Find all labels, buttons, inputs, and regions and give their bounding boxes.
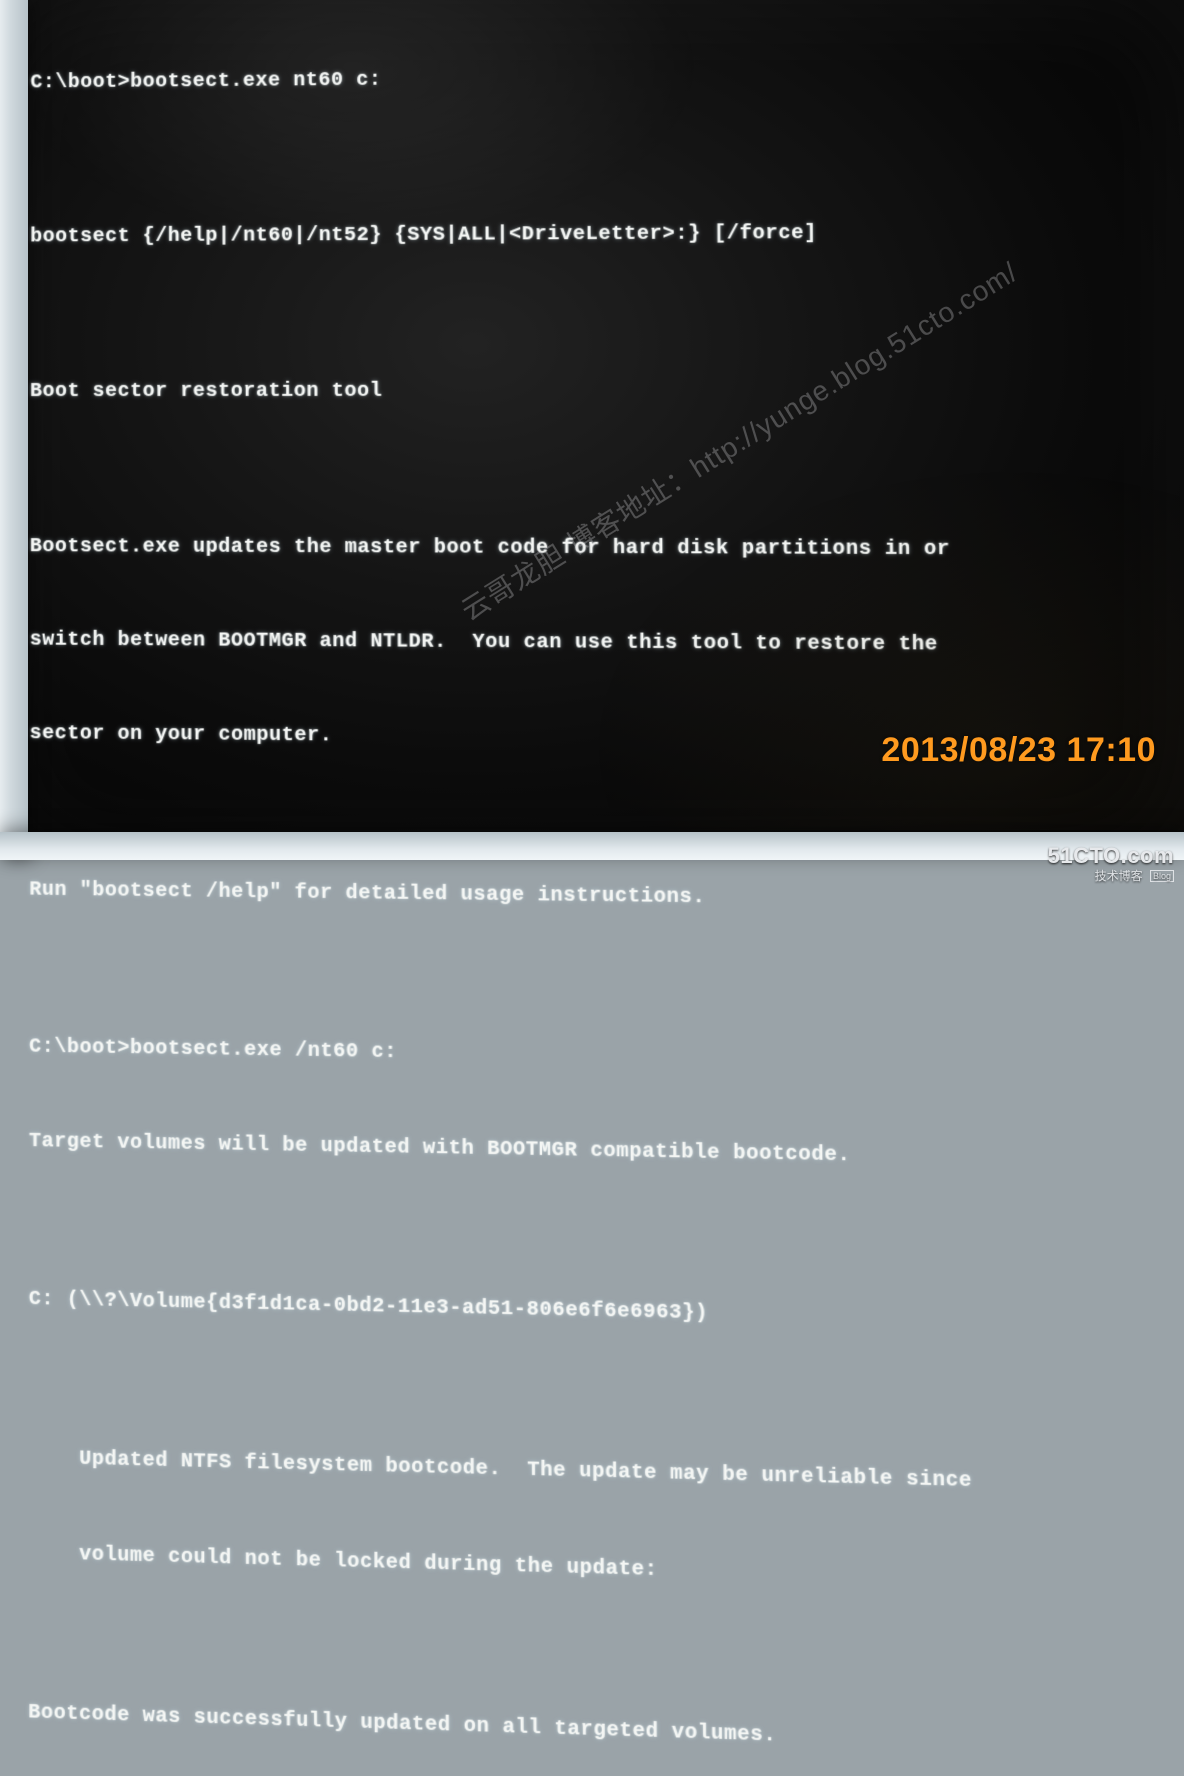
terminal-line xyxy=(28,1633,1184,1668)
terminal-line: Run "bootsect /help" for detailed usage … xyxy=(29,874,1184,919)
terminal-line xyxy=(29,812,1184,823)
terminal-line: switch between BOOTMGR and NTLDR. You ca… xyxy=(30,624,1184,662)
terminal-line: Bootsect.exe updates the master boot cod… xyxy=(30,531,1184,566)
terminal-line xyxy=(30,153,1184,160)
terminal-line: C:\boot>bootsect.exe /nt60 c: xyxy=(29,1031,1184,1081)
site-sub: 技术博客 Blog xyxy=(1048,867,1174,884)
terminal-line: Boot sector restoration tool xyxy=(30,375,1184,407)
site-watermark-badge: 51CTO.com 技术博客 Blog xyxy=(1048,843,1174,884)
terminal-line: bootsect {/help|/nt60|/nt52} {SYS|ALL|<D… xyxy=(30,216,1184,252)
terminal-line: C:\boot>bootsect.exe nt60 c: xyxy=(30,58,1184,99)
command-prompt-terminal[interactable]: C:\boot>bootsect.exe nt60 c: bootsect {/… xyxy=(29,0,1184,844)
terminal-line: Updated NTFS filesystem bootcode. The up… xyxy=(29,1442,1184,1504)
terminal-line: C: (\\?\Volume{d3f1d1ca-0bd2-11e3-ad51-8… xyxy=(29,1284,1184,1341)
terminal-line xyxy=(30,311,1184,314)
terminal-line xyxy=(29,1379,1184,1406)
site-sub-text: 技术博客 xyxy=(1095,869,1143,883)
monitor-screen: C:\boot>bootsect.exe nt60 c: bootsect {/… xyxy=(0,0,1184,860)
terminal-line: Target volumes will be updated with BOOT… xyxy=(29,1126,1184,1179)
terminal-line: Bootcode was successfully updated on all… xyxy=(28,1697,1184,1767)
monitor-bezel-bottom xyxy=(0,832,1184,860)
camera-timestamp: 2013/08/23 17:10 xyxy=(881,731,1156,770)
monitor-bezel-left xyxy=(0,0,28,860)
terminal-line: volume could not be locked during the up… xyxy=(28,1537,1184,1602)
terminal-line xyxy=(29,1220,1184,1243)
site-blog-tag: Blog xyxy=(1150,870,1174,882)
site-domain: 51CTO.com xyxy=(1048,843,1174,869)
terminal-line xyxy=(30,469,1184,470)
terminal-line xyxy=(29,968,1184,984)
